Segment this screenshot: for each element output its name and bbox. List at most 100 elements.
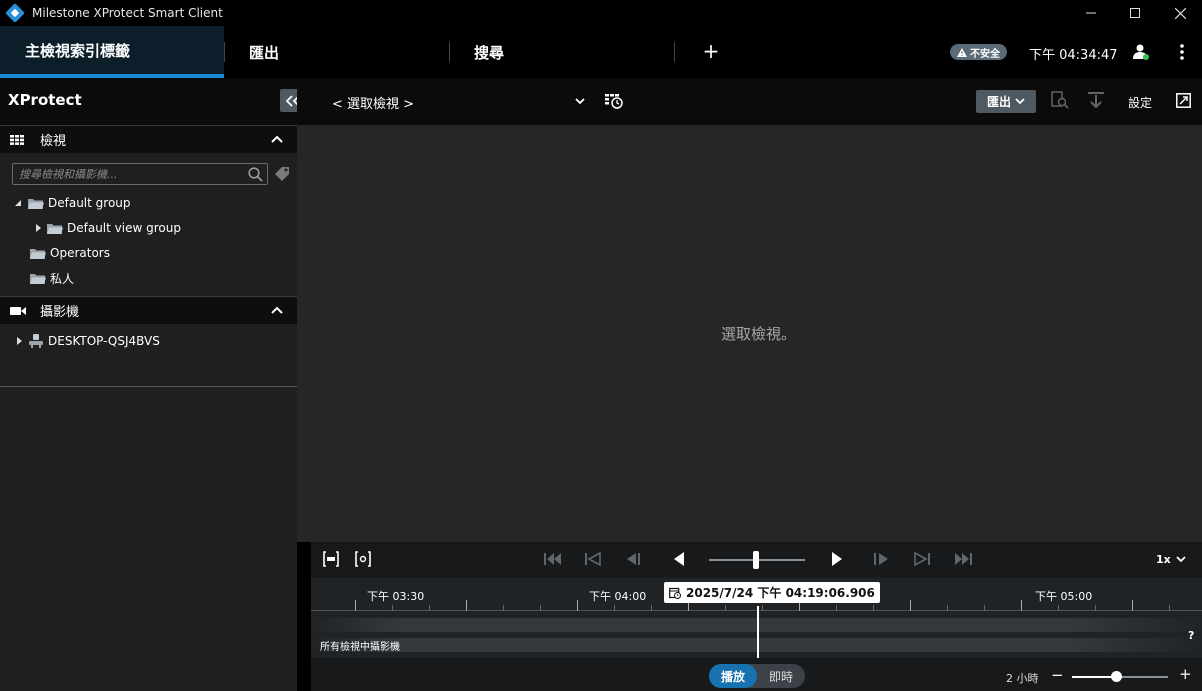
timeline-tick xyxy=(466,600,467,611)
tree-item-default-view-group[interactable]: Default view group xyxy=(33,218,181,238)
playback-speed[interactable]: 1x xyxy=(1156,553,1171,566)
empty-view-message: 選取檢視。 xyxy=(720,325,796,343)
tree-item-label: Operators xyxy=(50,246,110,260)
warning-icon xyxy=(957,47,967,57)
tree-item-operators[interactable]: Operators xyxy=(30,243,110,263)
zoom-in-button[interactable]: + xyxy=(1179,665,1192,683)
tree-item-server[interactable]: DESKTOP-QSJ4BVS xyxy=(14,331,160,351)
settings-button[interactable]: 設定 xyxy=(1128,94,1152,111)
next-frame-icon[interactable] xyxy=(874,551,890,567)
current-time-stamp[interactable]: 2025/7/24 下午 04:19:06.906 xyxy=(664,582,880,603)
view-selector[interactable]: < 選取檢視 > xyxy=(332,93,414,112)
view-history-icon[interactable] xyxy=(605,93,623,109)
previous-sequence-icon[interactable] xyxy=(585,551,601,567)
playback-panel: 1x 下午 03:30 下午 04:00 30 下午 05:00 所有檢視中攝影… xyxy=(311,542,1202,691)
timeline[interactable]: 下午 03:30 下午 04:00 30 下午 05:00 所有檢視中攝影機 ?… xyxy=(311,578,1202,658)
tag-icon[interactable] xyxy=(274,166,290,182)
play-forward-icon[interactable] xyxy=(831,551,843,567)
time-label: 下午 03:30 xyxy=(367,590,425,603)
export-label: 匯出 xyxy=(986,95,1011,109)
server-icon xyxy=(29,334,43,348)
tab-bar: 主檢視索引標籤 匯出 搜尋 + 不安全 下午 04:34:47 xyxy=(0,26,1202,78)
tree-collapsed-icon[interactable] xyxy=(33,223,43,233)
camera-icon xyxy=(10,306,26,315)
timeline-tick xyxy=(725,605,726,611)
timeline-tick xyxy=(947,605,948,611)
minimize-button[interactable] xyxy=(1069,0,1113,26)
previous-frame-icon[interactable] xyxy=(625,551,641,567)
view-area[interactable]: 選取檢視。 xyxy=(297,125,1202,542)
insecure-label: 不安全 xyxy=(970,48,1000,60)
skip-to-start-icon[interactable] xyxy=(544,551,562,567)
tab-export[interactable]: 匯出 xyxy=(225,26,449,78)
search-input[interactable] xyxy=(13,164,243,184)
download-icon[interactable] xyxy=(1087,91,1105,109)
chevron-down-icon[interactable] xyxy=(575,98,585,105)
set-end-time-icon[interactable] xyxy=(355,551,371,567)
zoom-slider-knob[interactable] xyxy=(1111,671,1122,682)
chevron-up-icon[interactable] xyxy=(271,135,283,143)
search-sequences-icon[interactable] xyxy=(1051,91,1069,109)
insecure-badge[interactable]: 不安全 xyxy=(950,44,1007,60)
views-section-header[interactable]: 檢視 xyxy=(0,125,297,153)
tree-item-label: Default group xyxy=(48,196,131,210)
playback-live-toggle[interactable]: 播放 即時 xyxy=(709,664,805,688)
grid-icon xyxy=(10,134,24,145)
timeline-tick xyxy=(651,605,652,611)
timeline-tick xyxy=(1132,600,1133,611)
tree-expanded-icon[interactable] xyxy=(14,199,24,207)
timeline-tick xyxy=(836,605,837,611)
speed-slider-knob[interactable] xyxy=(753,551,759,569)
timeline-tick xyxy=(762,605,763,611)
tree-item-default-group[interactable]: Default group xyxy=(14,193,131,213)
chevron-down-icon[interactable] xyxy=(1176,556,1186,563)
next-sequence-icon[interactable] xyxy=(914,551,930,567)
fullscreen-icon[interactable] xyxy=(1176,93,1191,108)
timeline-tick xyxy=(503,605,504,611)
playback-controls: 1x xyxy=(311,542,1202,578)
timeline-tick xyxy=(1058,605,1059,611)
track-label: 所有檢視中攝影機 xyxy=(320,642,400,653)
tree-item-label: 私人 xyxy=(50,271,75,286)
tab-main-views[interactable]: 主檢視索引標籤 xyxy=(0,26,224,78)
cameras-section-label: 攝影機 xyxy=(40,305,80,320)
timeline-tick xyxy=(873,605,874,611)
cameras-section-header[interactable]: 攝影機 xyxy=(0,296,297,324)
folder-icon xyxy=(30,248,46,259)
timeline-tick xyxy=(355,600,356,611)
maximize-button[interactable] xyxy=(1113,0,1157,26)
timeline-tick xyxy=(577,600,578,611)
user-status-icon[interactable] xyxy=(1133,44,1149,60)
tree-item-private[interactable]: 私人 xyxy=(30,268,74,288)
time-label: 下午 04:00 xyxy=(589,590,647,603)
skip-to-end-icon[interactable] xyxy=(954,551,972,567)
help-button[interactable]: ? xyxy=(1188,629,1194,642)
chevron-up-icon[interactable] xyxy=(271,306,283,314)
folder-open-icon xyxy=(28,198,44,209)
tab-search[interactable]: 搜尋 xyxy=(450,26,674,78)
close-button[interactable] xyxy=(1158,0,1202,26)
folder-icon xyxy=(30,273,46,284)
mode-live-button[interactable]: 即時 xyxy=(757,664,805,688)
view-toolbar: < 選取檢視 > 匯出 設定 xyxy=(297,78,1202,125)
tab-divider xyxy=(674,42,675,62)
zoom-out-button[interactable]: − xyxy=(1051,666,1064,684)
tree-item-label: Default view group xyxy=(67,221,181,235)
export-button[interactable]: 匯出 xyxy=(976,90,1036,113)
timeline-cursor[interactable] xyxy=(757,606,759,658)
timeline-tick xyxy=(614,605,615,611)
set-start-time-icon[interactable] xyxy=(323,551,339,567)
views-section-label: 檢視 xyxy=(40,134,67,149)
mode-playback-button[interactable]: 播放 xyxy=(709,664,757,688)
play-reverse-icon[interactable] xyxy=(673,551,685,567)
timeline-span-label: 2 小時 xyxy=(1006,672,1039,685)
search-icon[interactable] xyxy=(248,167,263,182)
timeline-tick xyxy=(1021,600,1022,611)
timeline-tick xyxy=(984,605,985,611)
add-tab-button[interactable]: + xyxy=(700,39,722,63)
timeline-tick xyxy=(429,605,430,611)
tree-collapsed-icon[interactable] xyxy=(14,336,24,346)
minimize-icon xyxy=(1086,12,1096,14)
timeline-tick xyxy=(540,605,541,611)
more-options-icon[interactable] xyxy=(1180,44,1184,60)
